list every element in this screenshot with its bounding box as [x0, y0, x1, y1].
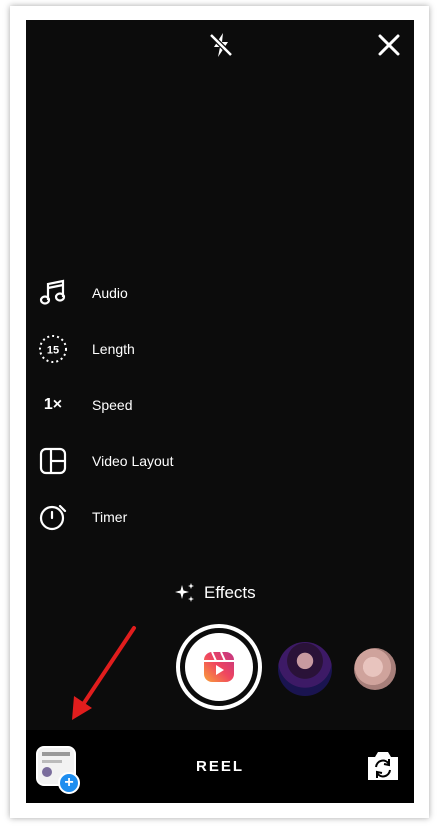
flip-camera-button[interactable] [364, 748, 402, 784]
effects-label: Effects [204, 583, 256, 602]
annotation-arrow-icon [72, 626, 136, 720]
close-icon [378, 34, 400, 56]
record-button[interactable] [176, 624, 262, 710]
add-badge-icon: + [58, 772, 80, 794]
sparkle-icon [175, 583, 194, 602]
tool-video-layout-label: Video Layout [92, 453, 174, 469]
gallery-preview [42, 752, 70, 756]
record-button-inner [185, 633, 253, 701]
speed-icon: 1× [36, 388, 70, 422]
flip-camera-icon [368, 752, 398, 780]
close-button[interactable] [374, 30, 404, 60]
timer-icon [36, 500, 70, 534]
tool-length-label: Length [92, 341, 135, 357]
effect-thumbnail[interactable] [278, 642, 332, 696]
flash-toggle-button[interactable] [204, 28, 238, 62]
speed-badge: 1× [43, 396, 63, 413]
effect-thumbnail[interactable] [354, 648, 396, 690]
tool-length[interactable]: 15 Length [36, 331, 135, 367]
music-note-icon [36, 276, 70, 310]
flash-off-icon [209, 33, 233, 57]
tool-speed-label: Speed [92, 397, 133, 413]
mode-label[interactable]: REEL [26, 758, 414, 775]
tool-timer-label: Timer [92, 509, 128, 525]
tool-video-layout[interactable]: Video Layout [36, 443, 173, 479]
length-badge: 15 [47, 345, 59, 357]
tool-audio[interactable]: Audio [36, 275, 128, 311]
layout-icon [36, 444, 70, 478]
length-timer-icon: 15 [36, 332, 70, 366]
effects-button[interactable]: Effects [174, 578, 256, 608]
tool-speed[interactable]: 1× Speed [36, 387, 133, 423]
tool-audio-label: Audio [92, 285, 128, 301]
reels-icon [204, 651, 234, 682]
tool-timer[interactable]: Timer [36, 499, 127, 535]
